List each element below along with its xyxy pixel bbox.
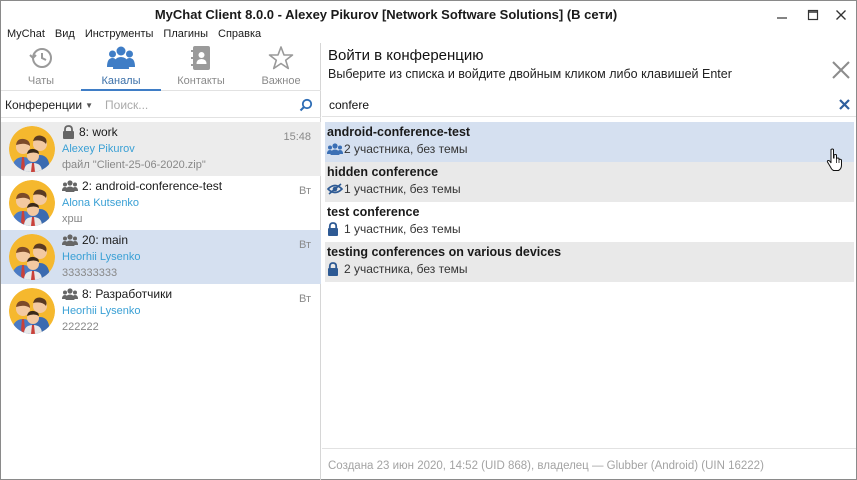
- chat-time: Вт: [298, 293, 311, 305]
- conference-search-input[interactable]: [329, 97, 832, 112]
- group-avatar-icon: [9, 180, 55, 226]
- chat-username: Heorhii Lysenko: [62, 251, 141, 263]
- conference-item[interactable]: android-conference-test 2 участника, без…: [325, 122, 854, 162]
- menu-bar: MyChat Вид Инструменты Плагины Справка: [1, 27, 856, 43]
- close-icon: [836, 10, 846, 20]
- chat-title: 8: Разработчики: [82, 287, 173, 301]
- app-window: MyChat Client 8.0.0 - Alexey Pikurov [Ne…: [0, 0, 857, 480]
- minimize-button[interactable]: [767, 1, 797, 29]
- avatar: [9, 126, 55, 172]
- left-search-input[interactable]: [105, 98, 295, 112]
- tab-important[interactable]: Важное: [241, 43, 321, 90]
- menu-plugins[interactable]: Плагины: [158, 27, 213, 43]
- chat-last-message: файл "Client-25-06-2020.zip": [62, 159, 206, 171]
- lock-icon: [63, 125, 74, 139]
- conference-item[interactable]: test conference 1 участник, без темы: [325, 202, 854, 242]
- group-icon: [62, 180, 78, 192]
- menu-mychat[interactable]: MyChat: [1, 27, 50, 43]
- chat-last-message: 222222: [62, 321, 99, 333]
- avatar: [9, 180, 55, 226]
- chat-title: 20: main: [82, 233, 129, 247]
- hand-pointer-icon: [826, 148, 844, 175]
- chat-time: Вт: [298, 185, 311, 197]
- conference-name: android-conference-test: [327, 125, 471, 139]
- chat-item[interactable]: 2: android-conference-test Alona Kutsenk…: [1, 176, 321, 230]
- chat-last-message: 333333333: [62, 267, 118, 279]
- chat-item[interactable]: 8: work Alexey Pikurov файл "Client-25-0…: [1, 122, 321, 176]
- users-icon: [107, 46, 135, 69]
- title-bar: MyChat Client 8.0.0 - Alexey Pikurov [Ne…: [1, 1, 856, 29]
- conference-footer: Создана 23 июн 2020, 14:52 (UID 868), вл…: [322, 448, 856, 480]
- tab-contacts-label: Контакты: [177, 75, 225, 87]
- conference-info: 2 участника, без темы: [344, 262, 468, 276]
- chat-title: 8: work: [79, 125, 118, 139]
- conference-filter-dropdown[interactable]: Конференции ▼: [1, 98, 93, 112]
- lock-icon: [328, 222, 338, 236]
- left-panel: Чаты Каналы Контакты Важное Конференции …: [1, 43, 321, 480]
- conference-name: testing conferences on various devices: [327, 245, 562, 259]
- search-icon: [299, 98, 313, 112]
- left-search-bar: Конференции ▼: [1, 93, 321, 118]
- menu-tools[interactable]: Инструменты: [80, 27, 159, 43]
- tab-chats-label: Чаты: [27, 75, 55, 87]
- conference-info: 1 участник, без темы: [344, 222, 461, 236]
- search-button[interactable]: [295, 98, 317, 112]
- clear-search-button[interactable]: [832, 99, 856, 110]
- clear-icon: [838, 99, 850, 110]
- nav-tabs: Чаты Каналы Контакты Важное: [1, 43, 321, 91]
- panel-title: Войти в конференцию: [328, 47, 484, 64]
- chat-list: 8: work Alexey Pikurov файл "Client-25-0…: [1, 122, 321, 338]
- chat-username: Heorhii Lysenko: [62, 305, 141, 317]
- conference-item[interactable]: hidden conference 1 участник, без темы: [325, 162, 854, 202]
- conference-details: Создана 23 июн 2020, 14:52 (UID 868), вл…: [328, 460, 764, 472]
- star-icon: [268, 46, 294, 70]
- lock-icon: [328, 262, 338, 276]
- maximize-button[interactable]: [798, 1, 828, 29]
- window-title: MyChat Client 8.0.0 - Alexey Pikurov [Ne…: [154, 7, 618, 22]
- close-icon: [832, 61, 850, 79]
- hidden-eye-icon: [327, 183, 343, 195]
- tab-chats[interactable]: Чаты: [1, 43, 81, 90]
- group-avatar-icon: [9, 288, 55, 334]
- chat-username: Alona Kutsenko: [62, 197, 140, 209]
- tab-channels-label: Каналы: [101, 75, 141, 87]
- conference-name: hidden conference: [327, 165, 439, 179]
- panel-subtitle: Выберите из списка и войдите двойным кли…: [328, 67, 732, 81]
- tab-channels[interactable]: Каналы: [81, 43, 161, 91]
- minimize-icon: [777, 17, 787, 19]
- group-icon: [62, 288, 78, 300]
- avatar: [9, 288, 55, 334]
- conference-info: 2 участника, без темы: [344, 142, 468, 156]
- close-window-button[interactable]: [826, 1, 856, 29]
- group-icon: [62, 234, 78, 246]
- chat-time: 15:48: [283, 131, 311, 143]
- maximize-icon: [807, 9, 819, 21]
- chat-item[interactable]: 20: main Heorhii Lysenko 333333333 Вт: [1, 230, 321, 284]
- join-conference-panel: Войти в конференцию Выберите из списка и…: [322, 43, 856, 480]
- menu-help[interactable]: Справка: [213, 27, 266, 43]
- menu-view[interactable]: Вид: [50, 27, 80, 43]
- tab-important-label: Важное: [261, 75, 301, 87]
- contacts-book-icon: [191, 46, 210, 70]
- close-panel-button[interactable]: [830, 59, 852, 81]
- conference-info: 1 участник, без темы: [344, 182, 461, 196]
- chat-title: 2: android-conference-test: [82, 179, 223, 193]
- conference-name: test conference: [327, 205, 420, 219]
- history-icon: [29, 48, 52, 68]
- conference-item[interactable]: testing conferences on various devices 2…: [325, 242, 854, 282]
- chevron-down-icon: ▼: [85, 100, 94, 110]
- conference-search-bar: [322, 93, 856, 117]
- avatar: [9, 234, 55, 280]
- panel-header: Войти в конференцию Выберите из списка и…: [328, 47, 732, 81]
- chat-time: Вт: [298, 239, 311, 251]
- group-icon: [327, 143, 343, 155]
- group-avatar-icon: [9, 234, 55, 280]
- conference-list: android-conference-test 2 участника, без…: [325, 122, 854, 282]
- chat-item[interactable]: 8: Разработчики Heorhii Lysenko 222222 В…: [1, 284, 321, 338]
- tab-contacts[interactable]: Контакты: [161, 43, 241, 90]
- group-avatar-icon: [9, 126, 55, 172]
- chat-username: Alexey Pikurov: [62, 143, 135, 155]
- chat-last-message: хрш: [62, 213, 83, 225]
- filter-label: Конференции: [5, 98, 83, 112]
